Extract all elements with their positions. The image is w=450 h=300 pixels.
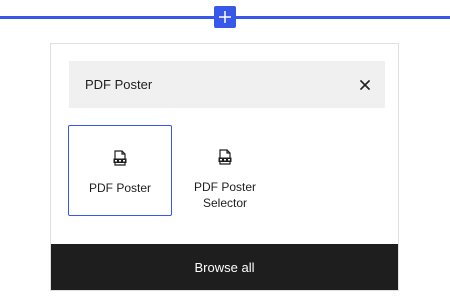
block-item-pdf-poster[interactable]: PDF Poster [68, 125, 172, 216]
block-search-input[interactable] [69, 61, 345, 108]
block-item-label: PDF Poster Selector [193, 180, 256, 210]
inserter-toggle-button[interactable] [214, 6, 236, 28]
block-item-label: PDF Poster [88, 181, 151, 195]
browse-all-button[interactable]: Browse all [51, 244, 398, 290]
plus-icon [219, 11, 231, 23]
block-editor-canvas: PDF Poster PDF Poster Selector Browse al… [0, 0, 450, 300]
block-item-pdf-poster-selector[interactable]: PDF Poster Selector [173, 125, 277, 216]
pdf-file-icon [113, 150, 127, 166]
pdf-file-icon [218, 149, 232, 165]
block-inserter-popover: PDF Poster PDF Poster Selector Browse al… [50, 43, 399, 291]
close-icon [360, 79, 370, 90]
block-search [69, 61, 385, 108]
clear-search-button[interactable] [345, 61, 385, 108]
